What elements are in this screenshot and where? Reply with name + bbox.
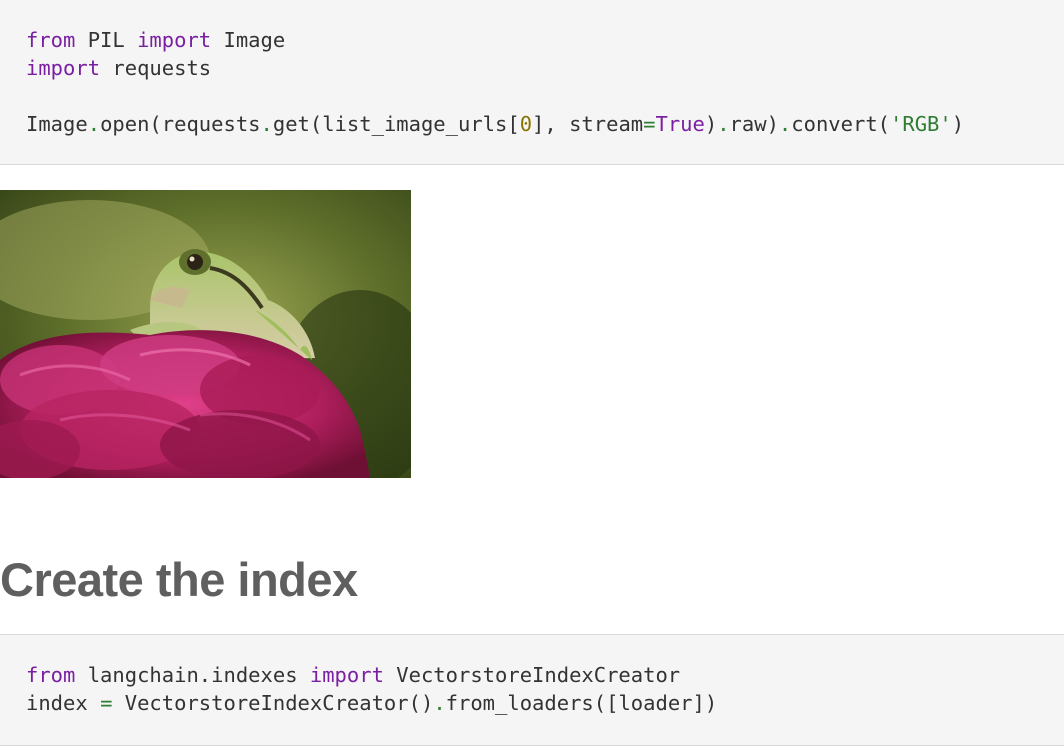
section-heading: Create the index <box>0 553 358 606</box>
code-token: = <box>643 112 656 136</box>
code-token: ], stream <box>532 112 644 136</box>
code-token: . <box>778 112 792 136</box>
code-token: requests <box>100 56 212 80</box>
code-token: . <box>260 112 273 136</box>
code-token: VectorstoreIndexCreator() <box>112 691 434 715</box>
code-token: ) <box>704 112 718 136</box>
code-token: = <box>100 691 113 715</box>
code-token: . <box>433 691 446 715</box>
code-token: Image <box>26 112 88 136</box>
code-token: ) <box>951 112 965 136</box>
code-token: from <box>26 663 76 687</box>
code-token: convert( <box>791 112 891 136</box>
code-line: from PIL import Image <box>26 26 285 54</box>
code-token: open(requests <box>100 112 261 136</box>
code-line: Image.open(requests.get(list_image_urls[… <box>26 110 964 138</box>
code-token: from <box>26 28 76 52</box>
code-token: . <box>87 112 101 136</box>
code-token: import <box>26 56 101 80</box>
code-token: get(list_image_urls[ <box>272 112 520 136</box>
code-token: Image <box>211 28 286 52</box>
code-token: langchain.indexes <box>75 663 310 687</box>
code-token: 0 <box>519 112 533 136</box>
frog-on-flower-illustration <box>0 190 411 478</box>
code-line: import requests <box>26 54 211 82</box>
code-token: index <box>26 691 101 715</box>
code-token: 'RGB' <box>890 112 952 136</box>
code-token: PIL <box>75 28 138 52</box>
output-image-frog-photo <box>0 190 411 478</box>
code-token: import <box>309 663 384 687</box>
code-token: VectorstoreIndexCreator <box>383 663 681 687</box>
code-token: True <box>655 112 705 136</box>
code-token: import <box>137 28 212 52</box>
code-line: from langchain.indexes import Vectorstor… <box>26 661 680 689</box>
code-token: from_loaders([loader]) <box>445 691 718 715</box>
code-cell-2[interactable]: from langchain.indexes import Vectorstor… <box>0 634 1064 746</box>
code-token: raw) <box>729 112 779 136</box>
code-cell-1[interactable]: from PIL import Image import requests Im… <box>0 0 1064 165</box>
code-line: index = VectorstoreIndexCreator().from_l… <box>26 689 717 717</box>
code-token: . <box>717 112 730 136</box>
